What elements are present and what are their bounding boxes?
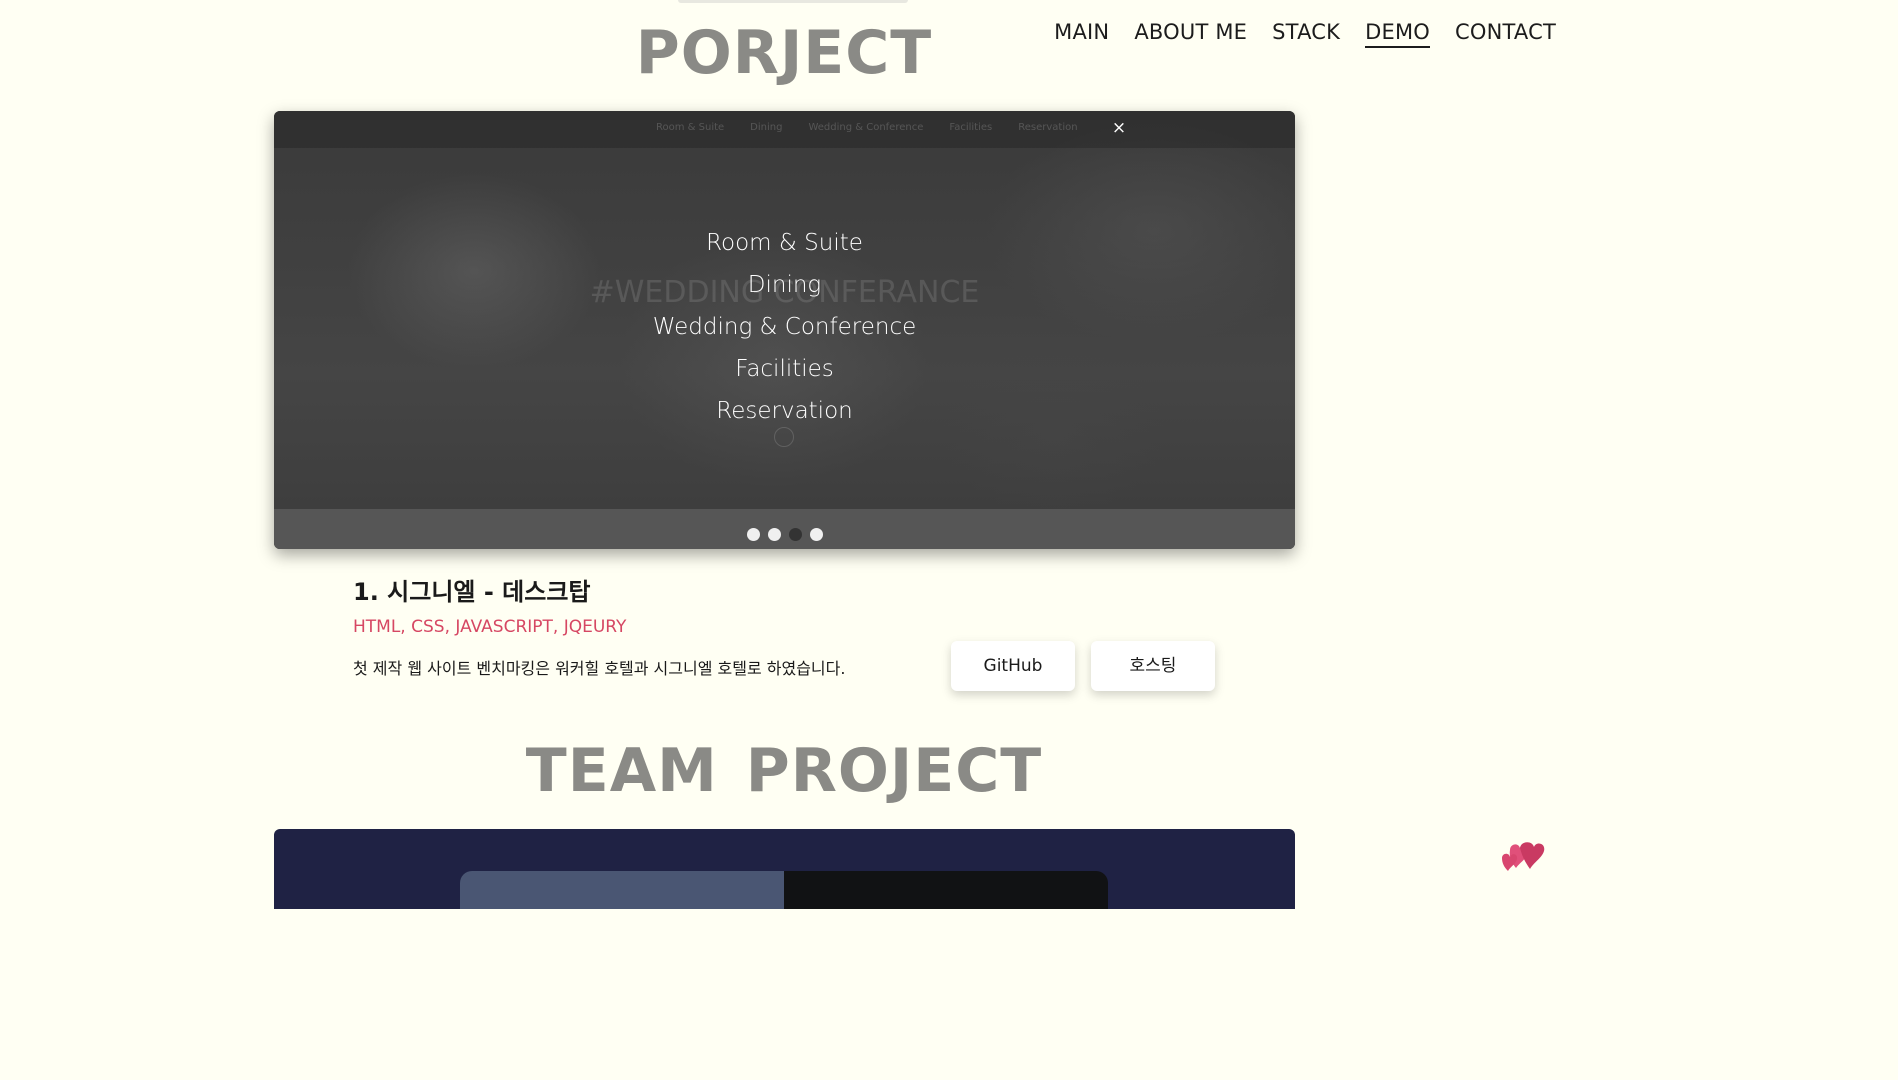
slider-dot-active[interactable] — [789, 528, 802, 541]
ghost-nav-item: Reservation — [1018, 122, 1078, 133]
slider-dot[interactable] — [810, 528, 823, 541]
scroll-down-icon — [774, 427, 794, 447]
project-info: 1. 시그니엘 - 데스크탑 HTML, CSS, JAVASCRIPT, JQ… — [353, 572, 626, 637]
demo-header-bar: Room & Suite Dining Wedding & Conference… — [274, 111, 1295, 148]
heart-icon[interactable] — [1496, 838, 1548, 878]
project-title: 1. 시그니엘 - 데스크탑 — [353, 578, 591, 606]
slider-pagination — [747, 528, 823, 541]
team-project-preview — [274, 829, 1295, 909]
overlay-menu-wedding[interactable]: Wedding & Conference — [653, 313, 917, 341]
overlay-menu-dining[interactable]: Dining — [748, 271, 821, 299]
ghost-nav-item: Wedding & Conference — [808, 122, 924, 133]
overlay-menu-facilities[interactable]: Facilities — [735, 355, 834, 383]
ghost-nav-item: Facilities — [949, 122, 993, 133]
project-description: 첫 제작 웹 사이트 벤치마킹은 워커힐 호텔과 시그니엘 호텔로 하였습니다. — [353, 659, 846, 678]
slider-dot[interactable] — [747, 528, 760, 541]
project-stack: HTML, CSS, JAVASCRIPT, JQEURY — [353, 617, 627, 637]
github-button[interactable]: GitHub — [951, 641, 1075, 691]
overlay-menu-reservation[interactable]: Reservation — [716, 397, 852, 425]
demo-preview: Room & Suite Dining Wedding & Conference… — [274, 111, 1295, 549]
top-tab — [678, 0, 908, 3]
team-preview-panel-left — [460, 871, 784, 909]
team-project-section-title: TEAM PROJECT — [525, 736, 1043, 806]
hosting-button[interactable]: 호스팅 — [1091, 641, 1215, 691]
ghost-nav-item: Dining — [750, 122, 783, 133]
overlay-menu-room-suite[interactable]: Room & Suite — [706, 229, 863, 257]
project-section-title: PORJECT — [635, 18, 933, 88]
ghost-nav-item: Room & Suite — [656, 122, 725, 133]
overlay-menu: Room & Suite Dining Wedding & Conference… — [274, 229, 1295, 425]
close-icon[interactable]: × — [1108, 117, 1130, 139]
demo-ghost-nav: Room & Suite Dining Wedding & Conference… — [656, 122, 1078, 133]
slider-dot[interactable] — [768, 528, 781, 541]
team-preview-panel-right — [784, 871, 1108, 909]
